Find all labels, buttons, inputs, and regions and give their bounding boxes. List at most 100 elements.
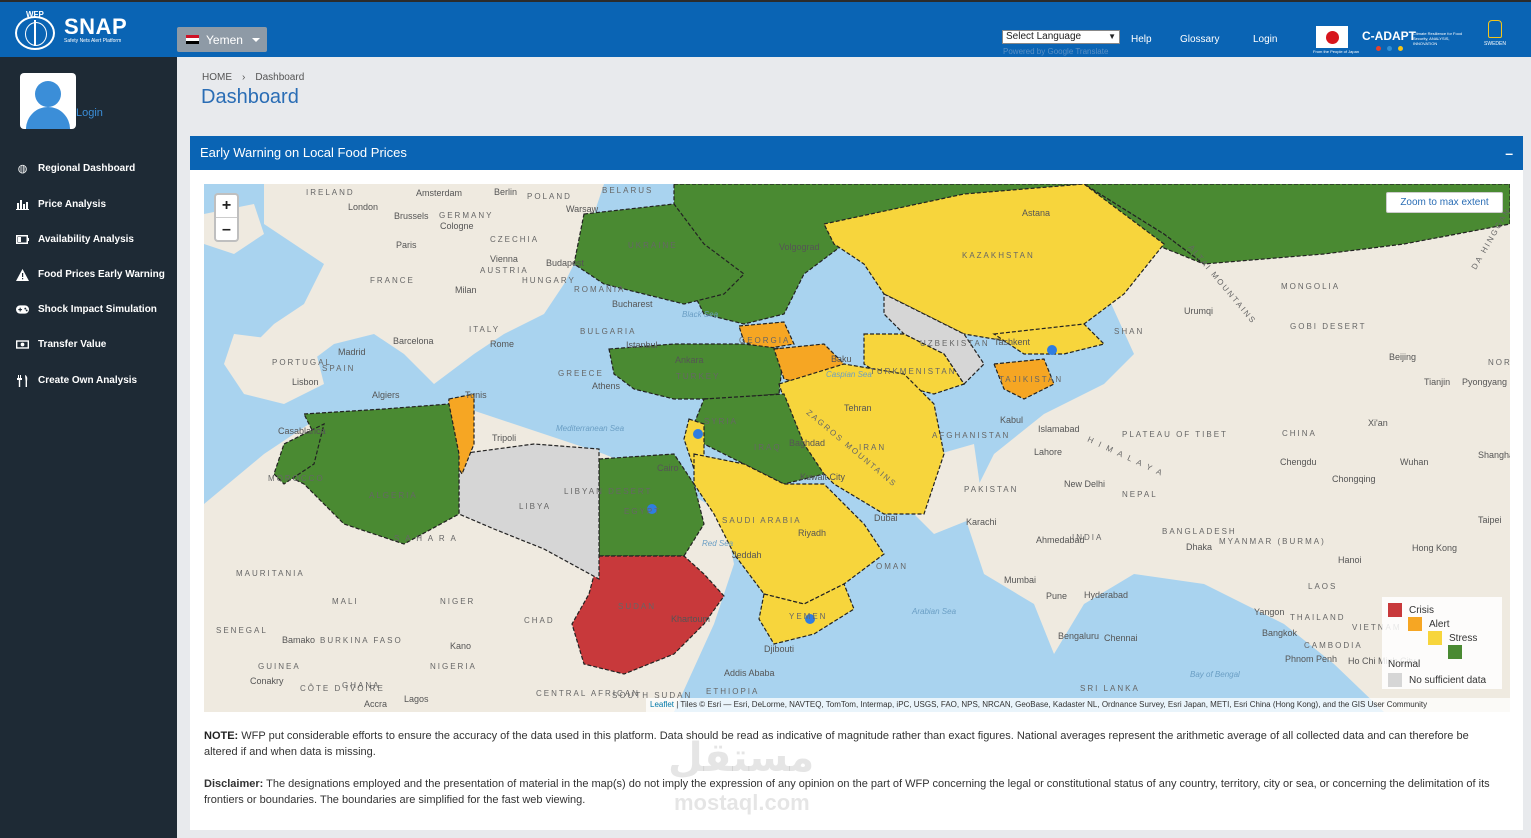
map-label: Beijing: [1389, 352, 1417, 362]
legend-alert: Alert: [1408, 617, 1450, 631]
map-label: Bangkok: [1262, 628, 1298, 638]
map-label: TAJIKISTAN: [999, 375, 1064, 384]
brand-subtitle: Safety Nets Alert Platform: [64, 37, 122, 44]
map-label: Shanghai: [1478, 450, 1510, 460]
map-label: Bucharest: [612, 299, 653, 309]
map-label: Budapest: [546, 258, 585, 268]
map-label: GERMANY: [439, 211, 494, 220]
help-link[interactable]: Help: [1131, 34, 1152, 45]
zoom-out-button[interactable]: –: [216, 218, 237, 241]
cutlery-icon: [16, 374, 29, 387]
map-label: MYANMAR (BURMA): [1219, 537, 1326, 546]
language-select[interactable]: Select Language ▼: [1002, 30, 1120, 44]
map-label: Ahmedabad: [1036, 535, 1085, 545]
map-label: Tianjin: [1424, 377, 1451, 387]
sidebar-item-label: Create Own Analysis: [38, 375, 138, 386]
login-link[interactable]: Login: [1253, 34, 1277, 45]
map-label: BULGARIA: [580, 327, 637, 336]
sidebar-item-create-own-analysis[interactable]: Create Own Analysis: [16, 374, 138, 387]
map-label: Milan: [455, 285, 477, 295]
map-label: Conakry: [250, 676, 284, 686]
sidebar-item-availability-analysis[interactable]: Availability Analysis: [16, 234, 134, 245]
google-translate-credit[interactable]: Powered by Google Translate: [1003, 47, 1108, 56]
sidebar-item-regional-dashboard[interactable]: ◍ Regional Dashboard: [16, 163, 136, 175]
map-label: OMAN: [876, 562, 908, 571]
map-label: MOROCCO: [268, 474, 325, 483]
map-label: Chennai: [1104, 633, 1138, 643]
sidebar-item-label: Food Prices Early Warning: [38, 269, 165, 280]
zoom-in-button[interactable]: +: [216, 195, 237, 218]
map-label: POLAND: [527, 192, 572, 201]
legend-alert-swatch: [1408, 617, 1422, 631]
cadapt-dots-icon: [1376, 46, 1403, 51]
sidebar-item-shock-impact-simulation[interactable]: Shock Impact Simulation: [16, 304, 157, 315]
panel-title: Early Warning on Local Food Prices: [200, 145, 407, 160]
sidebar-item-food-prices-early-warning[interactable]: Food Prices Early Warning: [16, 268, 165, 281]
map-label: Pune: [1046, 591, 1068, 601]
disclaimer-body: The designations employed and the presen…: [204, 778, 1490, 806]
map-label: NOR: [1488, 358, 1510, 367]
map-label: Accra: [364, 699, 388, 709]
map-label: Bengaluru: [1058, 631, 1100, 641]
map-label: PAKISTAN: [964, 485, 1019, 494]
map-label: Hong Kong: [1412, 543, 1458, 553]
sidebar-item-label: Price Analysis: [38, 199, 107, 210]
leaflet-link[interactable]: Leaflet: [650, 700, 674, 709]
food-price-map[interactable]: IRELAND London Amsterdam Berlin POLAND B…: [204, 184, 1510, 712]
map-label: Athens: [592, 381, 621, 391]
sidebar-login-link[interactable]: Login: [76, 107, 103, 119]
map-label: HUNGARY: [522, 276, 576, 285]
map-label: BURKINA FASO: [320, 636, 403, 645]
legend-stress: Stress: [1428, 631, 1477, 645]
breadcrumb-home[interactable]: HOME: [202, 72, 232, 83]
legend-normal-swatch-row: [1448, 645, 1462, 659]
sidebar-item-price-analysis[interactable]: Price Analysis: [16, 199, 106, 210]
avatar[interactable]: [20, 73, 76, 129]
map-label: Taipei: [1478, 515, 1502, 525]
legend-no-data-swatch: [1388, 673, 1402, 687]
collapse-icon[interactable]: –: [1505, 136, 1513, 170]
country-selector[interactable]: Yemen: [177, 27, 267, 52]
japan-flag-icon: [1316, 26, 1348, 48]
map-label: Tunis: [465, 390, 487, 400]
map-label: Madrid: [338, 347, 366, 357]
money-icon: [16, 339, 29, 350]
snap-logo[interactable]: WFP SNAP Safety Nets Alert Platform: [12, 10, 127, 50]
map-label: Lahore: [1034, 447, 1063, 457]
map-label: Barcelona: [393, 336, 434, 346]
language-select-value: Select Language: [1006, 31, 1082, 42]
map-label: Jeddah: [732, 550, 762, 560]
legend-label: Crisis: [1409, 604, 1434, 616]
map-label: Warsaw: [566, 204, 599, 214]
map-label: Chengdu: [1280, 457, 1317, 467]
map-label: ITALY: [469, 325, 501, 334]
map-label: GEORGIA: [739, 336, 791, 345]
top-bar: WFP SNAP Safety Nets Alert Platform Yeme…: [0, 0, 1531, 57]
legend-no-data: No sufficient data: [1388, 673, 1486, 687]
japan-partner-caption: From the People of Japan: [1313, 49, 1360, 54]
zoom-max-extent-button[interactable]: Zoom to max extent: [1386, 192, 1503, 213]
map-label: SPAIN: [322, 364, 356, 373]
legend-label: No sufficient data: [1409, 674, 1487, 686]
map-label: NIGERIA: [430, 662, 477, 671]
wfp-emblem-icon: WFP: [12, 10, 58, 50]
map-label: SAUDI ARABIA: [722, 516, 802, 525]
map-label: Baku: [831, 354, 852, 364]
map-label: Casablanca: [278, 426, 326, 436]
note-text: NOTE: WFP put considerable efforts to en…: [204, 728, 1504, 760]
map-label: Kano: [450, 641, 472, 651]
legend-crisis: Crisis: [1388, 603, 1434, 617]
map-label: Hyderabad: [1084, 590, 1129, 600]
map-label: Urumqi: [1184, 306, 1214, 316]
warning-icon: [16, 268, 29, 281]
map-label: PLATEAU OF TIBET: [1122, 430, 1228, 439]
map-label: New Delhi: [1064, 479, 1106, 489]
map-label: AUSTRIA: [480, 266, 529, 275]
map-label: Ankara: [675, 355, 704, 365]
disclaimer-label: Disclaimer:: [204, 778, 264, 790]
sidebar-item-transfer-value[interactable]: Transfer Value: [16, 339, 106, 350]
map-label: Phnom Penh: [1285, 654, 1338, 664]
map-label: FRANCE: [370, 276, 415, 285]
glossary-link[interactable]: Glossary: [1180, 34, 1219, 45]
legend-normal-swatch: [1448, 645, 1462, 659]
